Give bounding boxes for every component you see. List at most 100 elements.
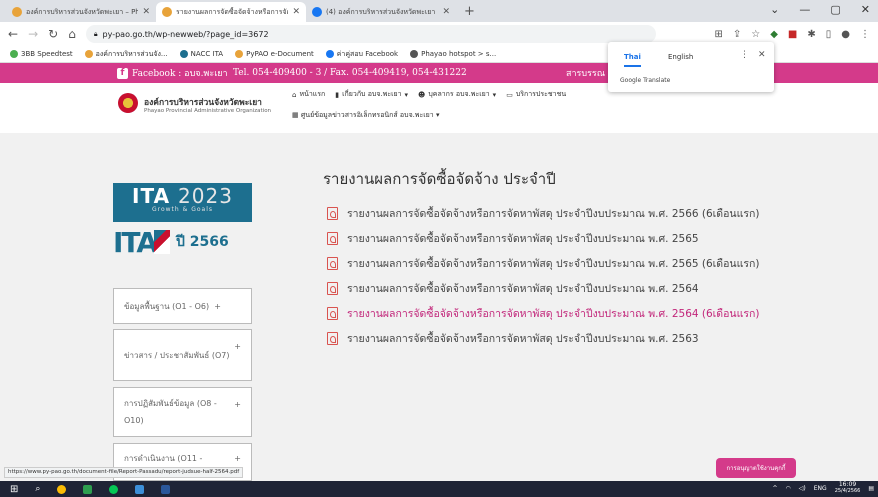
plus-icon: + [234, 454, 241, 463]
star-icon[interactable]: ☆ [751, 29, 760, 40]
ita-logo-text: ITA [113, 225, 158, 259]
browser-tab-3[interactable]: (4) องค์การบริหารส่วนจังหวัดพะเยา | ✕ [306, 2, 456, 22]
chevron-down-icon: ▾ [435, 111, 440, 119]
network-icon[interactable]: ◠ [786, 485, 791, 492]
ita-year: 2023 [178, 184, 233, 208]
pdf-icon [327, 332, 338, 345]
line-icon[interactable] [109, 484, 119, 494]
report-link-hovered[interactable]: รายงานผลการจัดซื้อจัดจ้างหรือการจัดหาพัส… [327, 305, 759, 322]
maximize-icon[interactable]: ▢ [830, 3, 840, 16]
close-icon[interactable]: ✕ [758, 50, 766, 60]
extension-icon[interactable]: ◆ [770, 29, 778, 40]
translate-popup: Thai English ⋮ ✕ Google Translate [608, 42, 774, 92]
speedtest-icon [10, 50, 18, 58]
monitor-icon: ▭ [506, 90, 513, 99]
plus-icon: + [234, 400, 241, 409]
home-icon: ⌂ [292, 90, 297, 99]
url-text: py-pao.go.th/wp-newweb/?page_id=3672 [102, 29, 269, 39]
library-link[interactable]: สารบรรณ [566, 66, 605, 80]
translate-footer: Google Translate [620, 77, 671, 84]
ita-2566-banner[interactable]: ITA ปี 2566 [113, 225, 252, 259]
sidepanel-icon[interactable]: ▯ [826, 29, 832, 40]
translate-tab-english[interactable]: English [668, 53, 693, 61]
minimize-icon[interactable]: — [799, 3, 810, 16]
close-tab-icon[interactable]: ✕ [292, 7, 300, 17]
close-tab-icon[interactable]: ✕ [142, 7, 150, 17]
bookmark-item[interactable]: PyPAO e-Document [235, 50, 314, 58]
extensions-puzzle-icon[interactable]: ✱ [807, 29, 815, 40]
home-icon[interactable]: ⌂ [68, 27, 76, 41]
reload-icon[interactable]: ↻ [48, 27, 58, 41]
chrome-icon[interactable] [57, 484, 67, 494]
nav-about[interactable]: ▮ เกี่ยวกับ อบจ.พะเยา ▾ [335, 89, 408, 100]
report-link[interactable]: รายงานผลการจัดซื้อจัดจ้างหรือการจัดหาพัส… [327, 205, 759, 222]
url-input[interactable]: 🔒︎ py-pao.go.th/wp-newweb/?page_id=3672 [85, 25, 656, 43]
word-icon[interactable] [161, 484, 171, 494]
sidebar-item-basic-info[interactable]: ข้อมูลพื้นฐาน (O1 - O6) + [113, 288, 252, 324]
system-tray: ^ ◠ ◁) ENG 16:09 25/4/2566 ▤ [773, 482, 875, 495]
plus-icon: + [234, 342, 241, 351]
site-favicon-icon [235, 50, 244, 58]
site-favicon-icon [12, 7, 22, 17]
back-icon[interactable]: ← [8, 27, 18, 41]
close-tab-icon[interactable]: ✕ [442, 7, 450, 17]
nav-services[interactable]: ▭ บริการประชาชน [506, 89, 566, 100]
volume-icon[interactable]: ◁) [799, 485, 806, 492]
ita2-year: ปี 2566 [176, 234, 229, 250]
tray-chevron-icon[interactable]: ^ [773, 485, 778, 492]
clock[interactable]: 16:09 25/4/2566 [835, 482, 861, 495]
windows-start-icon[interactable]: ⊞ [10, 484, 18, 495]
people-icon: ☻ [418, 90, 426, 99]
report-link[interactable]: รายงานผลการจัดซื้อจัดจ้างหรือการจัดหาพัส… [327, 230, 699, 247]
bookmark-item[interactable]: NACC ITA [179, 50, 223, 58]
search-icon[interactable]: ⌕ [35, 484, 40, 494]
main-nav: ⌂ หน้าแรก ▮ เกี่ยวกับ อบจ.พะเยา ▾ ☻ บุคลากร … [292, 89, 566, 100]
more-options-icon[interactable]: ⋮ [740, 50, 749, 60]
profile-icon[interactable]: ● [841, 29, 850, 40]
bookmark-item[interactable]: ค่าคู่สอบ Facebook [325, 49, 398, 60]
browser-tab-1[interactable]: องค์การบริหารส่วนจังหวัดพะเยา – Pho ✕ [6, 2, 156, 22]
new-tab-icon[interactable]: + [456, 4, 483, 22]
acrobat-icon[interactable] [83, 484, 93, 494]
translate-tab-thai[interactable]: Thai [624, 53, 641, 67]
extension-pdf-icon[interactable]: ■ [788, 29, 797, 40]
facebook-link[interactable]: f Facebook : อบจ.พะเยา [117, 66, 228, 80]
cookie-consent-button[interactable]: การอนุญาตใช้งานคุกกี้ [716, 458, 796, 478]
tab-search-icon[interactable]: ⌄ [770, 3, 779, 16]
forward-icon[interactable]: → [28, 27, 38, 41]
pdf-icon [327, 207, 338, 220]
nacc-icon [179, 50, 188, 58]
input-language[interactable]: ENG [814, 485, 827, 492]
bookmark-item[interactable]: Phayao hotspot > s... [410, 50, 496, 58]
file-explorer-icon[interactable] [135, 484, 145, 494]
report-link[interactable]: รายงานผลการจัดซื้อจัดจ้างหรือการจัดหาพัส… [327, 330, 699, 347]
browser-tab-2[interactable]: รายงานผลการจัดซื้อจัดจ้างหรือการจัด ✕ [156, 2, 306, 22]
sidebar-item-interaction[interactable]: การปฏิสัมพันธ์ข้อมูล (O8 - O10) + [113, 387, 252, 437]
nav-info-center[interactable]: ▦ ศูนย์ข้อมูลข่าวสารอิเล็กทรอนิกส์ อบจ.พ… [292, 110, 439, 121]
report-link[interactable]: รายงานผลการจัดซื้อจัดจ้างหรือการจัดหาพัส… [327, 280, 699, 297]
windows-taskbar: ⊞ ⌕ [0, 481, 878, 497]
ita-2023-banner[interactable]: ITA 2023 Growth & Goals [113, 183, 252, 222]
nav-personnel[interactable]: ☻ บุคลากร อบจ.พะเยา ▾ [418, 89, 496, 100]
nav-home[interactable]: ⌂ หน้าแรก [292, 89, 325, 100]
report-link[interactable]: รายงานผลการจัดซื้อจัดจ้างหรือการจัดหาพัส… [327, 255, 759, 272]
close-window-icon[interactable]: ✕ [861, 3, 870, 16]
bookmark-item[interactable]: องค์การบริหารส่วนจัง... [84, 49, 168, 60]
chevron-down-icon: ▾ [404, 90, 409, 99]
sidebar-item-news[interactable]: ข่าวสาร / ประชาสัมพันธ์ (O7) + [113, 329, 252, 381]
translate-icon[interactable]: ⊞ [714, 29, 722, 40]
window-controls: ⌄ — ▢ ✕ [770, 3, 870, 16]
site-favicon-icon [162, 7, 172, 17]
contact-phone: Tel. 054-409400 - 3 / Fax. 054-409419, 0… [233, 68, 467, 78]
ita-flag-icon [154, 230, 171, 254]
pdf-icon [327, 307, 338, 320]
site-favicon-icon [84, 50, 93, 58]
org-logo-icon[interactable] [118, 93, 138, 113]
status-bar-url: https://www.py-pao.go.th/document-file/R… [4, 467, 244, 478]
bookmark-item[interactable]: 3BB Speedtest [10, 50, 73, 58]
book-icon: ▮ [335, 90, 340, 99]
menu-icon[interactable]: ⋮ [860, 29, 870, 40]
facebook-favicon-icon [312, 7, 322, 17]
share-icon[interactable]: ⇪ [733, 29, 741, 40]
notification-icon[interactable]: ▤ [868, 485, 874, 492]
